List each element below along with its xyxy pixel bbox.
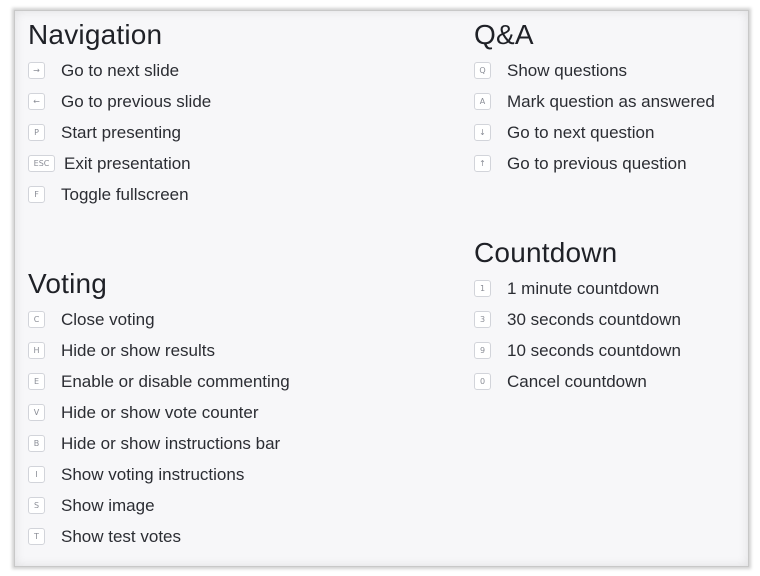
shortcut-label: Go to previous question [507, 153, 687, 173]
shortcut-previous-question: ↑ Go to previous question [474, 148, 715, 179]
voting-section: Voting C Close voting H Hide or show res… [28, 264, 290, 552]
shortcut-cancel-countdown: 0 Cancel countdown [474, 366, 681, 397]
voting-list: C Close voting H Hide or show results E … [28, 304, 290, 552]
shortcut-vote-counter: V Hide or show vote counter [28, 397, 290, 428]
0-key-icon: 0 [474, 373, 491, 390]
shortcut-toggle-commenting: E Enable or disable commenting [28, 366, 290, 397]
voting-title: Voting [28, 268, 108, 299]
q-key-icon: Q [474, 62, 491, 79]
c-key-icon: C [28, 311, 45, 328]
f-key-icon: F [28, 186, 45, 203]
shortcut-1-minute: 1 1 minute countdown [474, 273, 681, 304]
s-key-icon: S [28, 497, 45, 514]
shortcut-voting-instructions: I Show voting instructions [28, 459, 290, 490]
shortcut-close-voting: C Close voting [28, 304, 290, 335]
shortcut-label: Show image [61, 495, 155, 515]
t-key-icon: T [28, 528, 45, 545]
shortcut-show-image: S Show image [28, 490, 290, 521]
shortcut-label: 1 minute countdown [507, 278, 660, 298]
arrow-down-key-icon: ↓ [474, 124, 491, 141]
shortcut-exit-presentation: ESC Exit presentation [28, 148, 211, 179]
arrow-left-key-icon: ← [28, 93, 45, 110]
shortcut-label: Hide or show vote counter [61, 402, 259, 422]
shortcut-label: Hide or show instructions bar [61, 433, 281, 453]
shortcut-test-votes: T Show test votes [28, 521, 290, 552]
esc-key-icon: ESC [28, 155, 55, 172]
shortcut-label: Show test votes [61, 526, 182, 546]
i-key-icon: I [28, 466, 45, 483]
shortcut-30-seconds: 3 30 seconds countdown [474, 304, 681, 335]
shortcut-next-slide: → Go to next slide [28, 55, 211, 86]
shortcut-label: Go to next slide [61, 60, 180, 80]
qa-section: Q&A Q Show questions A Mark question as … [474, 15, 715, 179]
9-key-icon: 9 [474, 342, 491, 359]
shortcut-label: Toggle fullscreen [61, 184, 189, 204]
shortcut-mark-answered: A Mark question as answered [474, 86, 715, 117]
shortcut-label: Show questions [507, 60, 628, 80]
shortcut-label: 10 seconds countdown [507, 340, 681, 360]
shortcut-next-question: ↓ Go to next question [474, 117, 715, 148]
navigation-section: Navigation → Go to next slide ← Go to pr… [28, 15, 211, 210]
countdown-list: 1 1 minute countdown 3 30 seconds countd… [474, 273, 681, 397]
navigation-list: → Go to next slide ← Go to previous slid… [28, 55, 211, 210]
countdown-title: Countdown [474, 237, 618, 268]
shortcut-label: Mark question as answered [507, 91, 715, 111]
h-key-icon: H [28, 342, 45, 359]
shortcut-hide-show-results: H Hide or show results [28, 335, 290, 366]
shortcut-10-seconds: 9 10 seconds countdown [474, 335, 681, 366]
3-key-icon: 3 [474, 311, 491, 328]
b-key-icon: B [28, 435, 45, 452]
navigation-title: Navigation [28, 19, 163, 50]
shortcut-label: Exit presentation [64, 153, 191, 173]
shortcut-show-questions: Q Show questions [474, 55, 715, 86]
keyboard-shortcuts-panel: Navigation → Go to next slide ← Go to pr… [14, 10, 749, 567]
arrow-up-key-icon: ↑ [474, 155, 491, 172]
a-key-icon: A [474, 93, 491, 110]
shortcut-label: Go to previous slide [61, 91, 212, 111]
p-key-icon: P [28, 124, 45, 141]
shortcut-start-presenting: P Start presenting [28, 117, 211, 148]
shortcut-label: Hide or show results [61, 340, 216, 360]
shortcut-toggle-fullscreen: F Toggle fullscreen [28, 179, 211, 210]
arrow-right-key-icon: → [28, 62, 45, 79]
shortcut-previous-slide: ← Go to previous slide [28, 86, 211, 117]
shortcut-label: Enable or disable commenting [61, 371, 290, 391]
1-key-icon: 1 [474, 280, 491, 297]
qa-title: Q&A [474, 19, 534, 50]
countdown-section: Countdown 1 1 minute countdown 3 30 seco… [474, 233, 681, 397]
v-key-icon: V [28, 404, 45, 421]
shortcut-label: Show voting instructions [61, 464, 245, 484]
e-key-icon: E [28, 373, 45, 390]
shortcut-label: Go to next question [507, 122, 655, 142]
shortcut-label: 30 seconds countdown [507, 309, 681, 329]
shortcut-label: Close voting [61, 309, 155, 329]
shortcut-label: Cancel countdown [507, 371, 647, 391]
shortcut-label: Start presenting [61, 122, 182, 142]
shortcut-instructions-bar: B Hide or show instructions bar [28, 428, 290, 459]
qa-list: Q Show questions A Mark question as answ… [474, 55, 715, 179]
